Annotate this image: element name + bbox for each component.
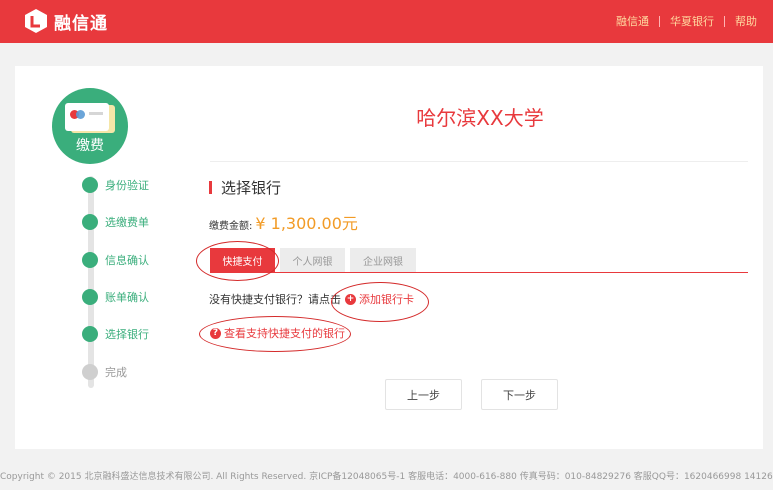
- step-bill-confirm: 账单确认: [82, 288, 149, 306]
- plus-circle-icon: +: [345, 293, 356, 305]
- nav-huaxia-bank[interactable]: 华夏银行: [670, 13, 714, 29]
- step-label: 账单确认: [105, 291, 149, 304]
- tab-quick-pay[interactable]: 快捷支付: [210, 248, 275, 273]
- add-bank-card-link[interactable]: + 添加银行卡: [345, 291, 414, 307]
- footer-copyright: Copyright © 2015 北京融科盛达信息技术有限公司. All Rig…: [0, 472, 773, 482]
- prev-step-button[interactable]: 上一步: [385, 379, 462, 410]
- section-title: 选择银行: [209, 178, 282, 197]
- nav-help[interactable]: 帮助: [735, 13, 757, 29]
- nav-divider: [724, 15, 725, 27]
- step-dot-icon: [82, 177, 98, 193]
- next-step-button[interactable]: 下一步: [481, 379, 558, 410]
- notice-text: 没有快捷支付银行？请点击: [209, 293, 341, 306]
- step-dot-icon: [82, 326, 98, 342]
- tab-personal-banking[interactable]: 个人网银: [280, 248, 345, 273]
- add-bank-card-label: 添加银行卡: [359, 293, 414, 306]
- school-title: 哈尔滨XX大学: [416, 106, 544, 130]
- brand-logo[interactable]: 融信通: [24, 8, 108, 34]
- step-select-bank: 选择银行: [82, 325, 149, 343]
- brand-name: 融信通: [54, 13, 108, 34]
- nav-rongxintong[interactable]: 融信通: [616, 13, 649, 29]
- top-nav: 融信通 华夏银行 帮助: [616, 13, 757, 29]
- bank-card-icon: [65, 103, 109, 131]
- step-label: 信息确认: [105, 254, 149, 267]
- section-title-text: 选择银行: [221, 178, 282, 197]
- amount-value: ¥ 1,300.00元: [255, 214, 358, 233]
- step-complete: 完成: [82, 363, 127, 381]
- step-dot-icon: [82, 252, 98, 268]
- section-mark: [209, 180, 212, 194]
- supported-banks-link[interactable]: ? 查看支持快捷支付的银行: [210, 326, 345, 340]
- question-circle-icon: ?: [210, 327, 221, 339]
- payment-tabs: 快捷支付 个人网银 企业网银: [210, 248, 421, 273]
- supported-banks-label: 查看支持快捷支付的银行: [224, 327, 345, 340]
- step-progress-track: [88, 176, 94, 388]
- payment-amount: 缴费金额: ¥ 1,300.00元: [209, 210, 358, 234]
- fee-badge: 缴费: [52, 88, 128, 164]
- step-info-confirm: 信息确认: [82, 251, 149, 269]
- step-dot-icon: [82, 289, 98, 305]
- top-bar: 融信通 融信通 华夏银行 帮助: [0, 0, 773, 43]
- step-label: 选缴费单: [105, 216, 149, 229]
- amount-label: 缴费金额:: [209, 221, 253, 232]
- logo-icon: [25, 9, 47, 33]
- step-label: 选择银行: [105, 328, 149, 341]
- fee-badge-label: 缴费: [76, 138, 104, 154]
- tab-corporate-banking[interactable]: 企业网银: [350, 248, 416, 273]
- payment-card: 缴费 身份验证 选缴费单 信息确认 账单确认 选择银行 完成 哈尔滨XX大学 选…: [15, 66, 763, 449]
- tab-underline: [210, 272, 748, 273]
- header-divider: [210, 161, 748, 162]
- step-dot-icon: [82, 364, 98, 380]
- quick-pay-notice: 没有快捷支付银行？请点击 + 添加银行卡: [209, 292, 414, 306]
- step-label: 身份验证: [105, 179, 149, 192]
- step-label: 完成: [105, 366, 127, 379]
- step-select-bill: 选缴费单: [82, 213, 149, 231]
- step-identity: 身份验证: [82, 176, 149, 194]
- nav-divider: [659, 15, 660, 27]
- step-dot-icon: [82, 214, 98, 230]
